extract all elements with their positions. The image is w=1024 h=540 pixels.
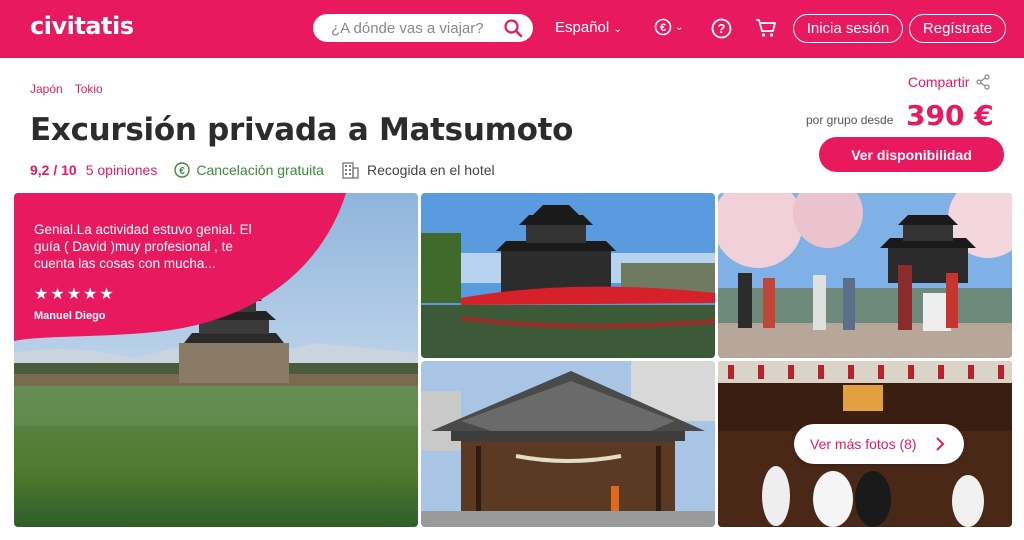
top-navbar: civitatis Español ⌄ € ⌄ ? Inicia sesión … [0, 0, 1024, 58]
breadcrumb-item-tokio[interactable]: Tokio [75, 82, 103, 96]
language-label: Español [555, 19, 610, 36]
shrine-photo [421, 361, 715, 527]
review-stars: ★★★★★ [34, 286, 116, 303]
breadcrumb-item-japon[interactable]: Japón [30, 82, 63, 96]
share-link[interactable]: Compartir [908, 74, 991, 90]
euro-icon: € [174, 162, 191, 178]
building-icon [342, 162, 359, 179]
hotel-pickup: Recogida en el hotel [341, 161, 495, 179]
share-icon [976, 74, 991, 90]
currency-symbol: € [660, 22, 666, 34]
currency-selector[interactable]: € ⌄ [654, 18, 683, 36]
cancellation-label: Cancelación gratuita [196, 162, 324, 178]
euro-circle-icon: € [654, 18, 672, 36]
gallery-photo-cherry-blossoms[interactable] [718, 193, 1012, 358]
free-cancellation: € Cancelación gratuita [174, 162, 324, 178]
search-box[interactable] [313, 14, 533, 42]
svg-text:€: € [180, 166, 186, 177]
more-photos-label: Ver más fotos (8) [810, 436, 917, 452]
more-photos-button[interactable]: Ver más fotos (8) [794, 424, 964, 464]
login-button[interactable]: Inicia sesión [793, 14, 903, 43]
chevron-right-icon [935, 437, 945, 451]
availability-button[interactable]: Ver disponibilidad [819, 137, 1004, 172]
review-text: Genial.La actividad estuvo genial. El gu… [34, 222, 252, 271]
photo-gallery: Genial.La actividad estuvo genial. El gu… [14, 193, 1012, 527]
chevron-down-icon: ⌄ [675, 21, 684, 33]
gallery-photo-castle-bridge[interactable] [421, 193, 715, 358]
search-icon[interactable] [503, 18, 523, 38]
page-title: Excursión privada a Matsumoto [30, 112, 574, 148]
activity-meta: 9,2 / 10 5 opiniones € Cancelación gratu… [30, 161, 495, 179]
gallery-main-photo[interactable]: Genial.La actividad estuvo genial. El gu… [14, 193, 418, 527]
breadcrumb: Japón Tokio [30, 82, 103, 96]
language-selector[interactable]: Español ⌄ [555, 19, 622, 36]
svg-text:?: ? [718, 21, 726, 36]
pickup-label: Recogida en el hotel [366, 162, 495, 178]
help-icon[interactable]: ? [711, 18, 732, 39]
chevron-down-icon: ⌄ [613, 24, 622, 35]
opinions-link[interactable]: 5 opiniones [86, 162, 158, 178]
cherry-blossom-photo [718, 193, 1012, 358]
price-label: por grupo desde [806, 113, 894, 127]
share-label: Compartir [908, 74, 970, 90]
search-input[interactable] [331, 19, 501, 37]
reviewer-name: Manuel Diego [34, 310, 106, 322]
castle-bridge-photo [421, 193, 715, 358]
rating-score: 9,2 / 10 [30, 162, 77, 178]
cart-icon[interactable] [755, 18, 777, 38]
register-button[interactable]: Regístrate [909, 14, 1006, 43]
price-value: 390 € [906, 99, 994, 132]
gallery-photo-shrine[interactable] [421, 361, 715, 527]
featured-review: Genial.La actividad estuvo genial. El gu… [34, 221, 274, 322]
civitatis-logo[interactable]: civitatis [30, 12, 134, 40]
